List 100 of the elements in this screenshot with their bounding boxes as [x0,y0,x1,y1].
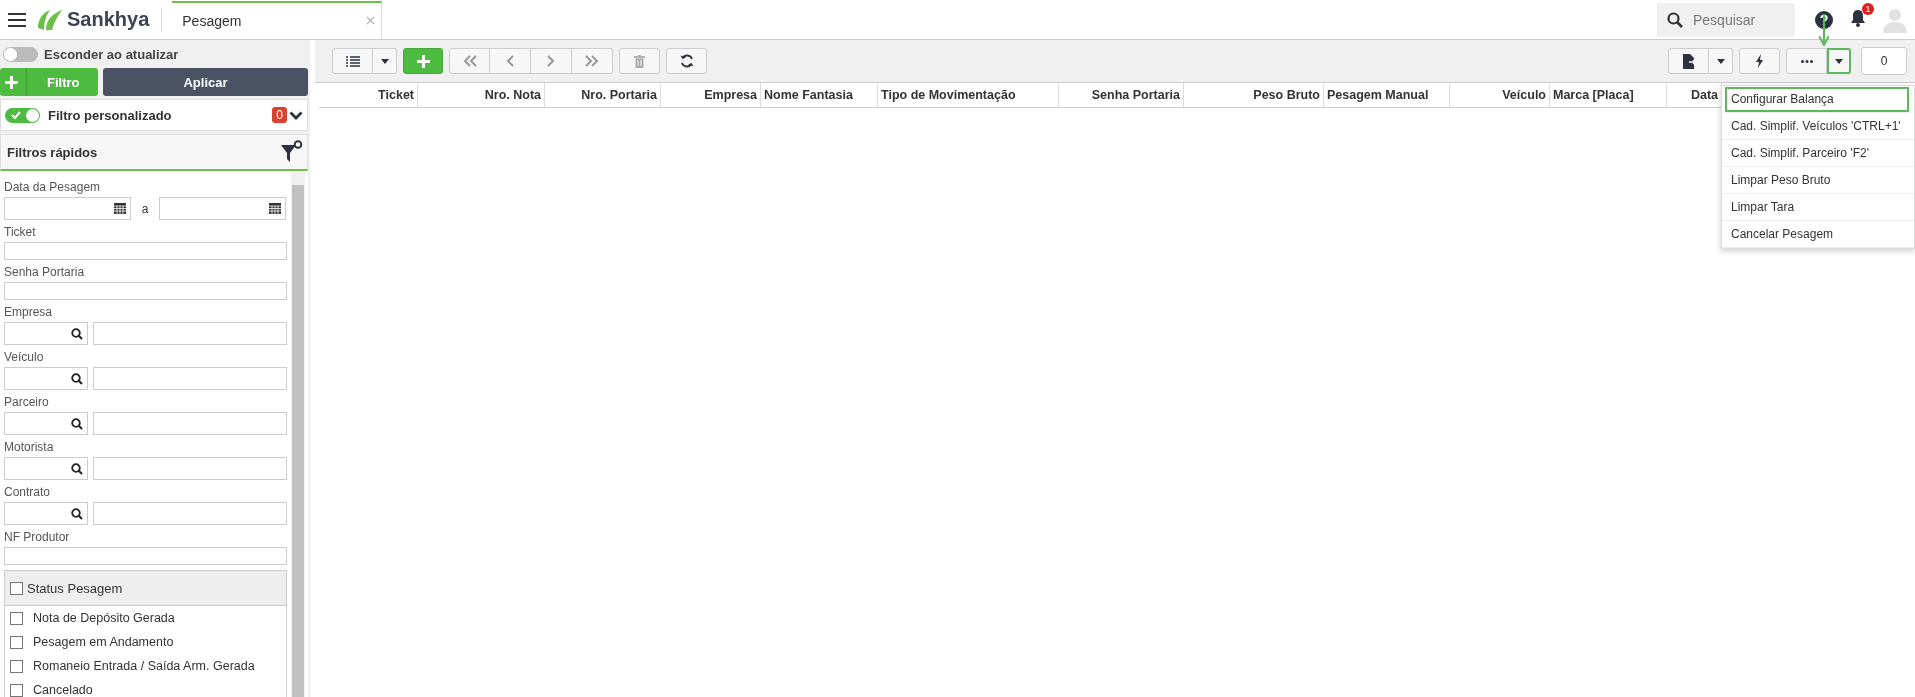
logo-text: Sankhya [67,8,150,31]
actions-button[interactable] [1739,48,1780,74]
page-tab[interactable]: Pesagem [172,0,383,39]
dropdown-button[interactable] [1827,48,1851,74]
trash-icon [634,54,645,68]
search-icon[interactable] [71,462,83,475]
code-field[interactable] [4,457,88,480]
column-header[interactable]: Marca [Placa] [1550,83,1667,107]
notification-badge: 1 [1862,3,1874,15]
menu-item[interactable]: Cad. Simplif. Parceiro 'F2' [1722,140,1914,167]
option-label: Cancelado [33,683,93,697]
add-button[interactable] [403,48,443,74]
previous-button[interactable] [490,48,531,74]
column-header[interactable]: Peso Bruto [1184,83,1324,107]
toggle-switch[interactable] [3,46,38,62]
column-header[interactable]: Senha Portaria [1059,83,1184,107]
menu-item[interactable]: Limpar Tara [1722,194,1914,221]
checkbox[interactable] [10,635,23,649]
menu-item[interactable]: Cad. Simplif. Veículos 'CTRL+1' [1722,113,1914,140]
checkbox[interactable] [10,581,23,595]
menu-item[interactable]: Configurar Balança [1724,86,1910,113]
option-label: Romaneio Entrada / Saída Arm. Gerada [33,659,255,673]
funnel-icon[interactable] [281,140,303,164]
column-header[interactable]: Veículo [1450,83,1550,107]
description-field[interactable] [93,502,287,525]
checkbox[interactable] [10,683,23,697]
refresh-button[interactable] [666,48,707,74]
checkbox[interactable] [10,659,23,673]
column-header[interactable]: Empresa [661,83,761,107]
range-separator: a [140,201,150,216]
dropdown-button[interactable] [1709,48,1733,74]
tab-label: Pesagem [182,12,242,29]
check-icon [11,111,21,119]
search-field[interactable]: Pesquisar [1657,2,1795,37]
date-field[interactable] [4,197,131,220]
bell-icon[interactable] [1849,9,1867,27]
help-icon[interactable] [1815,10,1833,29]
more-icon [1800,59,1813,63]
column-header[interactable]: Pesagem Manual [1324,83,1450,107]
search-icon[interactable] [71,417,83,430]
field-label: NF Produtor [4,530,71,544]
caret-icon [1834,58,1843,64]
field-label: Motorista [4,440,55,454]
search-icon[interactable] [71,372,83,385]
toggle-switch[interactable] [5,107,40,123]
list-view-button[interactable] [332,48,373,74]
checkbox[interactable] [10,611,23,625]
arrow-icon [1819,14,1829,46]
list-icon [345,55,360,67]
chevron-left-icon [506,55,514,67]
code-field[interactable] [4,502,88,525]
double-chevron-left-icon [462,55,477,67]
text-field[interactable] [4,282,287,300]
first-button[interactable] [449,48,490,74]
plus-icon [416,54,430,68]
search-icon[interactable] [71,507,83,520]
plus-icon [5,75,18,89]
description-field[interactable] [93,322,287,345]
column-header[interactable]: Nome Fantasia [761,83,878,107]
field-label: Ticket [4,225,37,239]
chevron-down-icon[interactable] [289,110,303,120]
scrollbar[interactable] [291,171,305,697]
field-label: Contrato [4,485,52,499]
caret-icon [380,58,389,64]
code-field[interactable] [4,322,88,345]
field-label: Senha Portaria [4,265,86,279]
double-chevron-right-icon [585,55,599,67]
menu-item[interactable]: Cancelar Pesagem [1722,221,1914,248]
calendar-icon [114,203,126,214]
description-field[interactable] [93,457,287,480]
calendar-icon [269,203,281,214]
leaf-logo-icon [36,7,64,32]
column-header[interactable]: Nro. Portaria [545,83,661,107]
dropdown-button[interactable] [373,48,397,74]
record-count: 0 [1861,47,1907,75]
description-field[interactable] [93,367,287,390]
caret-icon [1716,58,1725,64]
column-header[interactable]: Tipo de Movimentação [878,83,1059,107]
column-header[interactable]: Nro. Nota [418,83,545,107]
date-field[interactable] [159,197,286,220]
apply-button[interactable]: Aplicar [103,68,308,96]
group-label: Status Pesagem [27,580,123,596]
text-field[interactable] [4,242,287,260]
column-header[interactable]: Ticket [319,83,418,107]
text-field[interactable] [4,547,287,565]
description-field[interactable] [93,412,287,435]
option-label: Nota de Depósito Gerada [33,611,175,625]
refresh-icon [679,54,694,68]
menu-icon[interactable] [8,12,26,27]
section-title: Filtros rápidos [7,144,98,160]
last-button[interactable] [572,48,613,74]
filter-label: Filtro personalizado [48,107,172,123]
export-button[interactable] [1668,48,1709,74]
code-field[interactable] [4,367,88,390]
menu-item[interactable]: Limpar Peso Bruto [1722,167,1914,194]
option-label: Pesagem em Andamento [33,635,174,649]
chevron-right-icon [547,55,555,67]
code-field[interactable] [4,412,88,435]
lightning-icon [1755,54,1764,68]
search-icon[interactable] [71,327,83,340]
